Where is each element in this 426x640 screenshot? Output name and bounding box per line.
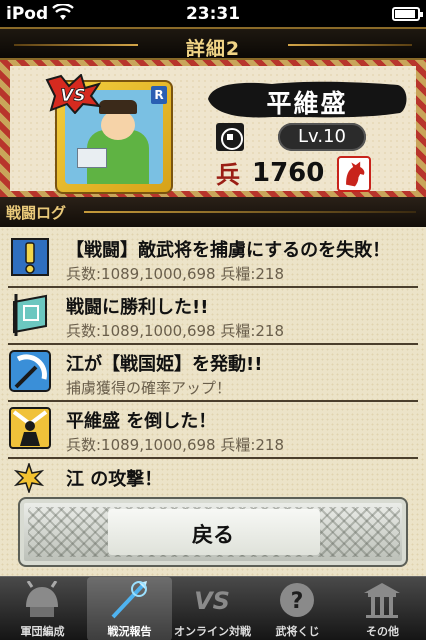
tab-battle-report[interactable]: 戦況報告 [87,577,172,640]
log-separator [8,343,418,345]
log-entry-title: 【戦闘】敵武将を捕虜にするのを失敗！ [66,240,391,261]
question-icon: ? [280,583,314,617]
clock: 23:31 [185,4,241,24]
shrine-icon [364,583,400,618]
back-button[interactable]: 戻る [18,497,408,567]
vs-icon: VS [194,587,230,615]
level-badge: Lv.10 [278,123,366,151]
battery-icon [392,7,423,21]
svg-text:VS: VS [194,587,230,615]
log-entry-detail: 兵数:1089,1000,698 兵糧:218 [66,436,285,454]
log-separator [8,286,418,288]
victory-banner-icon [13,294,47,336]
family-crest-icon [216,123,244,151]
log-entry-title: 江 の攻撃！ [66,469,163,490]
page-title: 詳細2 [185,38,241,60]
log-separator [8,400,418,402]
battle-log-title: 戦闘ログ [6,204,67,222]
status-bar: iPod 23:31 [0,0,426,27]
troop-count: 1760 [252,158,325,188]
tab-other[interactable]: その他 [340,577,425,640]
log-entry-detail: 兵数:1089,1000,698 兵糧:218 [66,265,285,283]
general-info-inner: R VS 平維盛 Lv.10 兵 1760 [10,66,416,194]
general-info-panel: R VS 平維盛 Lv.10 兵 1760 [0,60,426,197]
spear-icon [111,581,147,619]
log-entry-title: 平維盛 を倒した！ [66,411,217,432]
battle-log-header: 戦闘ログ [0,197,426,227]
tab-army-formation[interactable]: 軍団編成 [0,577,85,640]
section-rule [84,211,416,213]
log-entry-title: 江が【戦国姫】を発動!! [66,354,263,375]
vs-badge-label: VS [60,86,85,106]
general-card: R VS [45,74,175,197]
log-entry-detail: 兵数:1089,1000,698 兵糧:218 [66,322,285,340]
tab-label: その他 [366,625,399,638]
log-entry-title: 戦闘に勝利した!! [66,297,209,318]
helmet-icon [26,581,58,617]
exclamation-icon [11,238,49,276]
log-entry-detail: 捕虜獲得の確率アップ！ [66,379,232,397]
troops-icon: 兵 [216,161,240,189]
tab-bar: 軍団編成 戦況報告 VS オンライン対戦 ? 武将くじ その他 [0,576,426,640]
defeated-general-icon [9,407,51,449]
sickle-skill-icon [9,350,51,392]
title-ornament-right [288,44,412,46]
card-rank-badge: R [151,86,167,104]
general-name: 平維盛 [266,89,348,118]
title-bar: 詳細2 [0,27,426,60]
svg-text:?: ? [291,589,304,614]
tab-online-battle[interactable]: VS オンライン対戦 [170,577,255,640]
tab-general-lottery[interactable]: ? 武将くじ [255,577,340,640]
attack-burst-icon [14,463,44,493]
vs-badge-icon: VS [45,74,101,114]
tab-label: オンライン対戦 [174,625,251,638]
cavalry-horse-icon [337,156,371,192]
back-button-label: 戻る [192,523,234,547]
tab-label: 軍団編成 [20,625,65,638]
tab-label: 武将くじ [275,625,320,638]
tab-label: 戦況報告 [107,625,152,638]
log-separator [8,457,418,459]
